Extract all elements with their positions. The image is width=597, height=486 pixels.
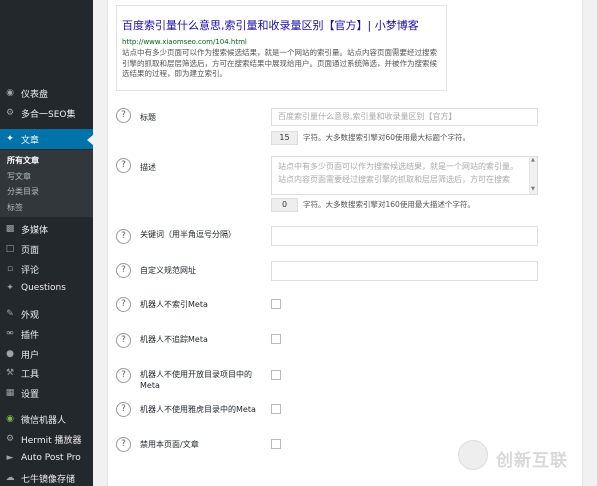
menu-comments[interactable]: ▫ 评论 (0, 259, 93, 279)
noydir-label: 机器人不使用雅虎目录中的Meta (140, 405, 256, 414)
noodp-help-icon[interactable]: ? (116, 368, 131, 383)
submenu-categories[interactable]: 分类目录 (7, 186, 39, 197)
preview-url: http://www.xiaomseo.com/104.html (122, 38, 247, 46)
noydir-checkbox[interactable] (271, 404, 281, 414)
gear-icon: ⚙ (5, 107, 15, 118)
disable-help-icon[interactable]: ? (116, 437, 131, 452)
title-input[interactable]: 百度索引量什么意思,索引量和收录量区别【官方】 (271, 108, 538, 126)
menu-seo[interactable]: ⚙ 多合一SEO集 (0, 103, 93, 123)
menu-appearance[interactable]: ✎ 外观 (0, 304, 93, 324)
noydir-help-icon[interactable]: ? (116, 402, 131, 417)
wechat-icon: ◉ (6, 413, 14, 424)
preview-description: 站点中有多少页面可以作为搜索候选结果，就是一个网站的索引量。站点内容页面需要经过… (122, 48, 437, 78)
play-icon: ► (6, 452, 14, 463)
menu-pages[interactable]: □ 页面 (0, 239, 93, 259)
menu-label: 页面 (21, 245, 40, 256)
menu-label: 文章 (21, 135, 40, 146)
noodp-checkbox[interactable] (271, 370, 281, 380)
canonical-help-icon[interactable]: ? (116, 263, 131, 278)
menu-label: 仪表盘 (21, 89, 49, 100)
title-help-icon[interactable]: ? (116, 108, 131, 123)
watermark-text: 创新互联 (496, 451, 568, 471)
media-icon: ▩ (5, 223, 15, 234)
noindex-checkbox[interactable] (271, 299, 281, 309)
keywords-input[interactable] (271, 226, 538, 246)
dashboard-icon: ◉ (6, 87, 14, 98)
keywords-help-icon[interactable]: ? (116, 229, 131, 244)
menu-hermit-player[interactable]: ⚙ Hermit 播放器 (0, 429, 93, 449)
title-label: 标题 (140, 113, 156, 122)
menu-label: 工具 (21, 369, 40, 380)
menu-users[interactable]: ● 用户 (0, 344, 93, 364)
noindex-label: 机器人不索引Meta (140, 300, 208, 309)
menu-posts[interactable]: ✦ 文章 (0, 129, 93, 149)
disable-label: 禁用本页面/文章 (140, 440, 199, 449)
menu-label: Hermit 播放器 (21, 435, 82, 446)
description-help-icon[interactable]: ? (116, 158, 131, 173)
title-count-hint: 字符。大多数搜索引擎对60使用最大标题个字符。 (303, 133, 471, 142)
submenu-tags[interactable]: 标签 (7, 202, 23, 213)
submenu-all-posts[interactable]: 所有文章 (7, 155, 39, 166)
preview-title[interactable]: 百度索引量什么意思,索引量和收录量区别【官方】| 小梦博客 (122, 17, 419, 33)
canonical-label: 自定义规范网址 (140, 266, 196, 275)
title-char-count: 15 (271, 131, 298, 145)
pin-icon: ✦ (6, 282, 14, 293)
menu-label: 设置 (21, 389, 40, 400)
menu-label: 多合一SEO集 (21, 109, 76, 120)
submenu-new-post[interactable]: 写文章 (7, 171, 31, 182)
description-count-hint: 字符。大多数搜索引擎对160使用最大描述个字符。 (303, 200, 475, 209)
page-icon: □ (5, 243, 15, 254)
comment-icon: ▫ (6, 263, 14, 274)
menu-label: 评论 (21, 265, 40, 276)
menu-label: 微信机器人 (21, 415, 67, 426)
scroll-down-icon[interactable]: ▼ (531, 187, 535, 192)
watermark-logo (458, 440, 488, 470)
disable-checkbox[interactable] (271, 439, 281, 449)
wrench-icon: ⚒ (5, 367, 15, 378)
nofollow-checkbox[interactable] (271, 334, 281, 344)
menu-tools[interactable]: ⚒ 工具 (0, 363, 93, 383)
menu-label: 外观 (21, 310, 40, 321)
menu-wechat-robot[interactable]: ◉ 微信机器人 (0, 409, 93, 429)
keywords-label: 关键词（用半角逗号分隔） (140, 230, 236, 239)
menu-dashboard[interactable]: ◉ 仪表盘 (0, 83, 93, 103)
menu-label: Auto Post Pro (21, 453, 81, 463)
menu-questions[interactable]: ✦ Questions (0, 278, 93, 298)
menu-label: Questions (21, 283, 66, 293)
textarea-scrollbar[interactable]: ▲ ▼ (529, 157, 537, 194)
description-textarea[interactable]: 站点中有多少页面可以作为搜索候选结果，就是一个网站的索引量。站点内容页面需要经过… (271, 156, 538, 195)
gear-icon: ⚙ (5, 433, 15, 444)
menu-qiniu-storage[interactable]: ☁ 七牛镜像存储 (0, 468, 93, 486)
menu-label: 插件 (21, 330, 40, 341)
description-char-count: 0 (271, 198, 298, 212)
settings-icon: ▦ (5, 387, 15, 398)
plugin-icon: ⚮ (6, 328, 14, 339)
description-label: 描述 (140, 163, 156, 172)
scroll-up-icon[interactable]: ▲ (531, 158, 535, 163)
menu-media[interactable]: ▩ 多媒体 (0, 219, 93, 239)
snippet-preview: 百度索引量什么意思,索引量和收录量区别【官方】| 小梦博客 http://www… (116, 5, 447, 91)
nofollow-label: 机器人不追踪Meta (140, 335, 208, 344)
cloud-icon: ☁ (5, 472, 15, 483)
noindex-help-icon[interactable]: ? (116, 297, 131, 312)
canonical-input[interactable] (271, 261, 538, 281)
menu-label: 七牛镜像存储 (21, 474, 76, 485)
user-icon: ● (6, 348, 14, 359)
brush-icon: ✎ (6, 308, 14, 319)
menu-label: 用户 (21, 350, 40, 361)
pin-icon: ✦ (6, 133, 14, 144)
menu-label: 多媒体 (21, 225, 49, 236)
menu-auto-post-pro[interactable]: ► Auto Post Pro (0, 448, 93, 468)
admin-sidebar: ◉ 仪表盘 ⚙ 多合一SEO集 ✦ 文章 所有文章 写文章 分类目录 标签 ▩ 多媒体 … (0, 0, 93, 486)
menu-plugins[interactable]: ⚮ 插件 (0, 324, 93, 344)
menu-settings[interactable]: ▦ 设置 (0, 383, 93, 403)
noodp-label: 机器人不使用开放目录项目中的Meta (140, 370, 252, 390)
nofollow-help-icon[interactable]: ? (116, 333, 131, 348)
